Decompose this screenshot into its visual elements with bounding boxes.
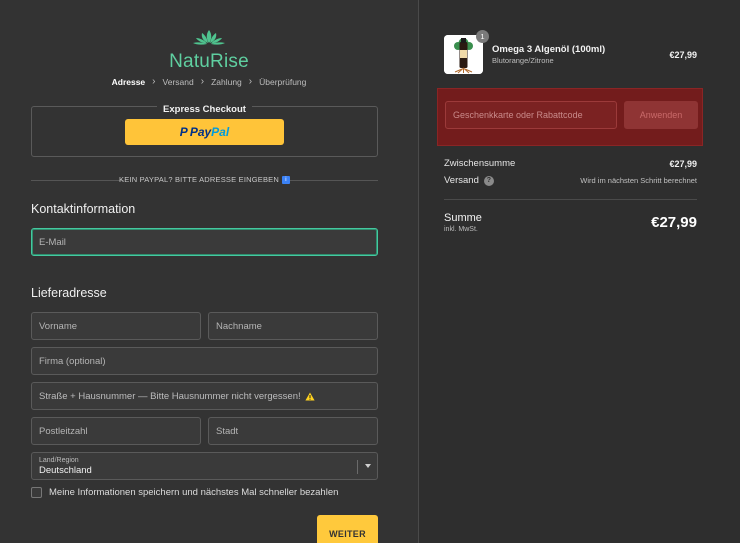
- chevron-right-icon: ›: [152, 76, 156, 87]
- quantity-badge: 1: [476, 30, 489, 43]
- total-tax-note: inkl. MwSt.: [444, 226, 478, 233]
- express-checkout-title: Express Checkout: [157, 104, 252, 115]
- breadcrumb: Adresse › Versand › Zahlung › Überprüfun…: [0, 76, 418, 87]
- order-summary-panel: [419, 0, 740, 543]
- paypal-logo-icon: P: [179, 125, 188, 139]
- discount-highlight-box: Geschenkkarte oder Rabattcode Anwenden: [437, 88, 703, 146]
- brand-name: NatuRise: [169, 51, 249, 72]
- street-placeholder: Straße + Hausnummer — Bitte Hausnummer n…: [39, 390, 301, 402]
- zip-field[interactable]: [31, 417, 201, 445]
- breadcrumb-review: Überprüfung: [259, 76, 307, 87]
- country-select[interactable]: Land/Region Deutschland: [31, 452, 378, 480]
- breadcrumb-address[interactable]: Adresse: [108, 77, 150, 87]
- no-paypal-separator: KEIN PAYPAL? BITTE ADRESSE EINGEBEN i: [31, 175, 378, 185]
- lastname-input[interactable]: [216, 320, 377, 332]
- company-input[interactable]: [39, 355, 377, 367]
- email-field[interactable]: [31, 228, 378, 256]
- chevron-right-icon: ›: [200, 76, 205, 87]
- subtotal-value: €27,99: [669, 158, 697, 169]
- warning-icon: [305, 392, 315, 400]
- country-value: Deutschland: [39, 465, 92, 476]
- total-label: Summe: [444, 212, 482, 224]
- subtotal-row: Zwischensumme €27,99: [444, 158, 697, 169]
- firstname-field[interactable]: [31, 312, 201, 340]
- continue-button[interactable]: WEITER: [317, 515, 378, 543]
- contact-section-title: Kontaktinformation: [31, 202, 136, 216]
- product-name: Omega 3 Algenöl (100ml): [492, 44, 606, 55]
- zip-input[interactable]: [39, 425, 200, 437]
- help-icon[interactable]: ?: [483, 175, 494, 186]
- discount-code-input[interactable]: Geschenkkarte oder Rabattcode: [445, 101, 617, 129]
- subtotal-label: Zwischensumme: [444, 158, 516, 169]
- city-field[interactable]: [208, 417, 378, 445]
- city-input[interactable]: [216, 425, 377, 437]
- shipping-section-title: Lieferadresse: [31, 286, 107, 300]
- breadcrumb-payment: Zahlung: [211, 76, 242, 87]
- leaf-logo-icon: [193, 30, 225, 45]
- info-icon: i: [281, 176, 290, 185]
- caret-down-icon: [365, 464, 371, 468]
- street-field[interactable]: Straße + Hausnummer — Bitte Hausnummer n…: [31, 382, 378, 410]
- separator-text: KEIN PAYPAL? BITTE ADRESSE EINGEBEN: [119, 175, 279, 184]
- product-price: €27,99: [669, 50, 697, 60]
- discount-placeholder: Geschenkkarte oder Rabattcode: [453, 110, 583, 120]
- shipping-row: Versand? Wird im nächsten Schritt berech…: [444, 175, 697, 186]
- email-input[interactable]: [39, 236, 377, 248]
- save-info-label[interactable]: Meine Informationen speichern und nächst…: [49, 487, 338, 498]
- lastname-field[interactable]: [208, 312, 378, 340]
- shipping-value: Wird im nächsten Schritt berechnet: [580, 176, 697, 185]
- company-field[interactable]: [31, 347, 378, 375]
- shipping-label: Versand: [444, 175, 479, 186]
- summary-divider: [444, 199, 697, 200]
- chevron-right-icon: ›: [248, 76, 253, 87]
- firstname-input[interactable]: [39, 320, 200, 332]
- save-info-row: Meine Informationen speichern und nächst…: [31, 487, 338, 498]
- save-info-checkbox[interactable]: [31, 487, 42, 498]
- country-label: Land/Region: [39, 457, 79, 464]
- total-value: €27,99: [651, 214, 697, 231]
- paypal-button[interactable]: P Pay Pal: [125, 119, 284, 145]
- apply-discount-button[interactable]: Anwenden: [624, 101, 698, 129]
- product-variant: Blutorange/Zitrone: [492, 56, 554, 65]
- express-checkout-box: Express Checkout P Pay Pal: [31, 104, 378, 157]
- breadcrumb-shipping: Versand: [162, 76, 194, 87]
- brand-logo[interactable]: NatuRise: [0, 28, 418, 73]
